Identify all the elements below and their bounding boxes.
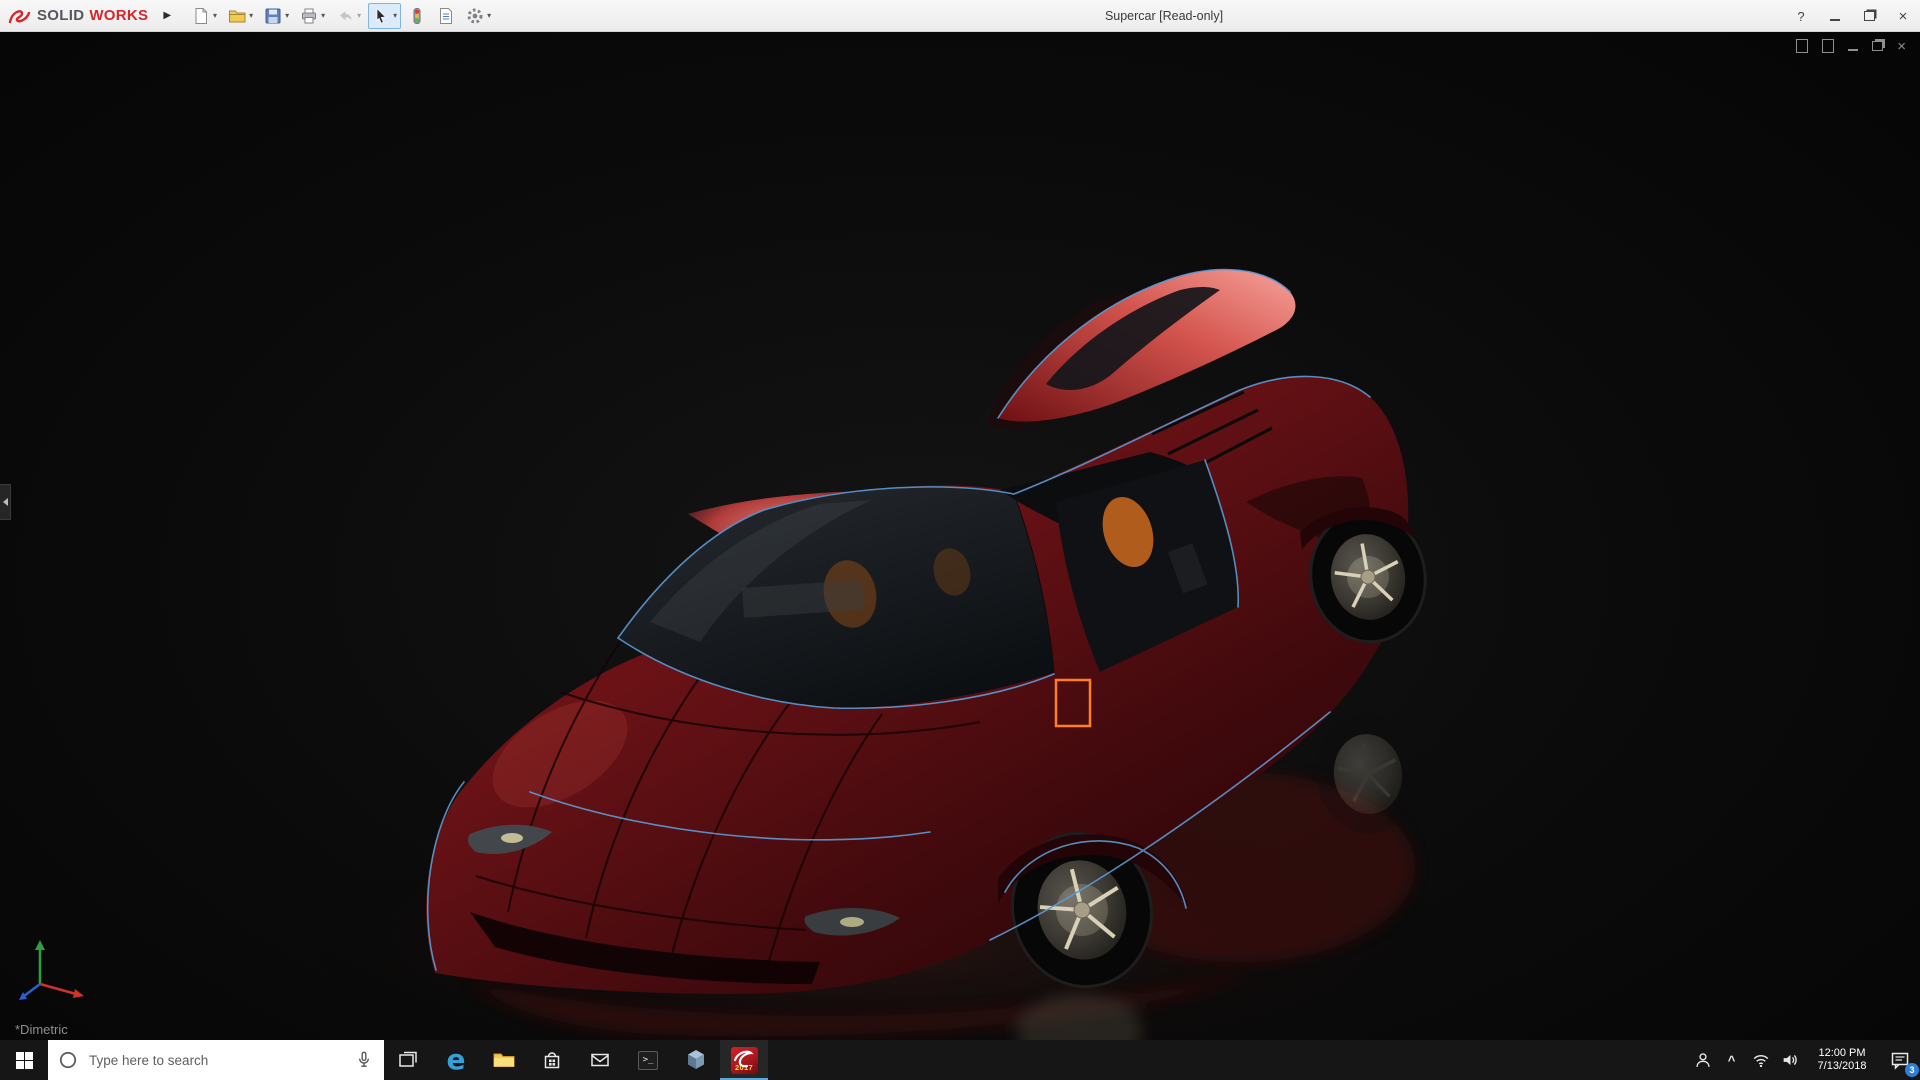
options-button[interactable]: ▾ [462,3,495,29]
rebuild-button[interactable] [404,3,430,29]
command-prompt-button[interactable]: >_ [624,1040,672,1080]
select-cursor-icon [372,7,390,25]
new-document-button[interactable]: ▾ [188,3,221,29]
dropdown-arrow-icon[interactable]: ▾ [487,12,491,20]
user-icon [1693,1050,1713,1070]
select-button[interactable]: ▾ [368,3,401,29]
undo-button[interactable]: ▾ [332,3,365,29]
window-icon [1822,39,1834,53]
taskbar-search[interactable] [48,1040,384,1080]
dropdown-arrow-icon[interactable]: ▾ [285,12,289,20]
restore-icon [1872,41,1883,51]
clock-date: 7/13/2018 [1818,1060,1867,1074]
print-button[interactable]: ▾ [296,3,329,29]
network-button[interactable] [1746,1040,1775,1080]
store-button[interactable] [528,1040,576,1080]
document-close-button[interactable]: × [1897,38,1906,54]
dropdown-arrow-icon[interactable]: ▾ [321,12,325,20]
undo-icon [336,7,354,25]
featuremanager-flyout-tab[interactable] [0,484,11,520]
close-button[interactable]: × [1886,0,1920,32]
rebuild-icon [408,7,426,25]
volume-icon [1780,1050,1800,1070]
file-explorer-icon [492,1048,516,1072]
solidworks-logo: SOLID WORKS [8,7,148,25]
notification-badge: 3 [1905,1063,1919,1077]
quick-access-toolbar: ▾ ▾ ▾ ▾ ▾ ▾ [188,3,495,29]
help-button[interactable]: ? [1784,0,1818,32]
view-orientation-label: *Dimetric [15,1022,68,1037]
file-properties-button[interactable] [433,3,459,29]
print-icon [300,7,318,25]
save-icon [264,7,282,25]
restore-button[interactable] [1852,0,1886,32]
store-icon [541,1049,563,1071]
cube-app-icon [685,1048,707,1072]
cube-app-button[interactable] [672,1040,720,1080]
solidworks-icon: 2017 [731,1047,758,1074]
dropdown-arrow-icon[interactable]: ▾ [357,12,361,20]
brand-solid: SOLID [37,7,84,24]
graphics-area[interactable]: × *Dimetric [0,32,1920,1040]
document-title: Supercar [Read-only] [1105,0,1223,32]
chevron-left-icon [3,498,8,506]
start-button[interactable] [0,1040,48,1080]
file-properties-icon [437,7,455,25]
window-button[interactable] [1796,38,1808,54]
minimize-icon [1830,19,1840,21]
cortana-circle-icon [58,1050,78,1070]
task-view-button[interactable] [384,1040,432,1080]
taskbar: e >_ 2017 ^ [0,1040,1920,1080]
document-window-controls: × [1796,38,1906,54]
close-icon: × [1899,8,1908,25]
open-button[interactable]: ▾ [224,3,257,29]
mail-icon [589,1049,611,1071]
window-button[interactable] [1822,38,1834,54]
tray-expand-button[interactable]: ^ [1717,1040,1746,1080]
dropdown-arrow-icon[interactable]: ▾ [393,12,397,20]
chevron-up-icon: ^ [1728,1053,1736,1068]
system-tray: ^ 12:00 PM 7/13/2018 3 [1688,1040,1920,1080]
desktop: SOLID WORKS ▶ ▾ ▾ ▾ ▾ ▾ [0,0,1920,1080]
taskbar-clock[interactable]: 12:00 PM 7/13/2018 [1804,1040,1880,1080]
minimize-button[interactable] [1818,0,1852,32]
dropdown-arrow-icon[interactable]: ▾ [213,12,217,20]
titlebar: SOLID WORKS ▶ ▾ ▾ ▾ ▾ ▾ [0,0,1920,32]
orientation-triad-icon [14,932,92,1006]
volume-button[interactable] [1775,1040,1804,1080]
dropdown-arrow-icon[interactable]: ▾ [249,12,253,20]
edge-button[interactable]: e [432,1040,480,1080]
options-gear-icon [466,7,484,25]
document-minimize-button[interactable] [1848,38,1858,54]
open-icon [228,7,246,25]
save-button[interactable]: ▾ [260,3,293,29]
flyout-arrow-icon: ▶ [163,10,171,21]
search-input[interactable] [87,1052,345,1069]
ds-logo-icon [8,7,32,25]
file-explorer-button[interactable] [480,1040,528,1080]
close-icon: × [1897,39,1906,54]
window-controls: ? × [1784,0,1920,32]
microphone-icon[interactable] [354,1050,374,1070]
edge-icon: e [447,1046,466,1074]
help-icon: ? [1797,9,1804,24]
start-icon [16,1052,33,1069]
new-document-icon [192,7,210,25]
car-model-render[interactable] [0,32,1920,1040]
window-icon [1796,39,1808,53]
user-button[interactable] [1688,1040,1717,1080]
minimize-icon [1848,49,1858,51]
menu-flyout-button[interactable]: ▶ [156,6,178,25]
mail-button[interactable] [576,1040,624,1080]
restore-icon [1864,11,1875,21]
solidworks-app-button[interactable]: 2017 [720,1040,768,1080]
brand-works: WORKS [89,7,148,24]
clock-time: 12:00 PM [1818,1047,1865,1061]
action-center-button[interactable]: 3 [1880,1040,1920,1080]
wifi-icon [1751,1050,1771,1070]
task-view-icon [397,1049,419,1071]
document-restore-button[interactable] [1872,38,1883,54]
command-prompt-icon: >_ [638,1051,659,1070]
